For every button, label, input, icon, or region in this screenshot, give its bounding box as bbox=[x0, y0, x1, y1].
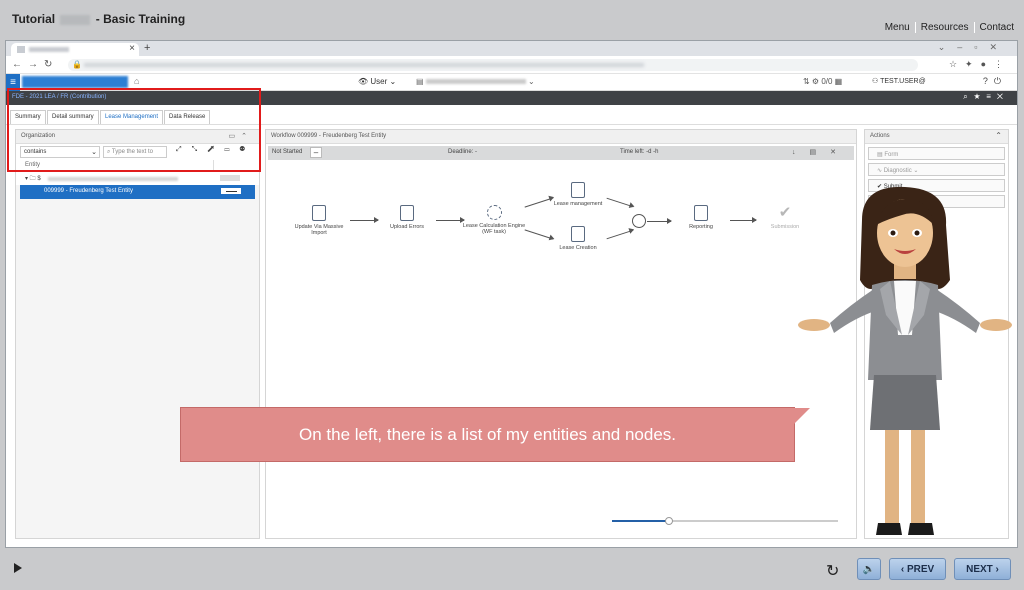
context-icons[interactable]: ⌕★≡✕ bbox=[963, 92, 1009, 102]
node-import[interactable]: Update Via Massive Import bbox=[287, 205, 351, 236]
status-label: Not Started bbox=[272, 149, 303, 155]
document-icon bbox=[571, 226, 585, 242]
selected-entity-label: 009999 - Freudenberg Test Entity bbox=[44, 188, 133, 194]
tree-root-row[interactable]: ▾ 🗀 $ bbox=[16, 172, 259, 185]
document-icon bbox=[694, 205, 708, 221]
root-status bbox=[220, 175, 240, 181]
contact-link[interactable]: Contact bbox=[980, 22, 1014, 33]
redacted-name bbox=[60, 14, 91, 25]
database-selector[interactable]: ▤ ⌄ bbox=[416, 77, 535, 86]
node-reporting[interactable]: Reporting bbox=[669, 205, 733, 230]
callout-text: On the left, there is a list of my entit… bbox=[298, 425, 677, 444]
document-icon bbox=[571, 182, 585, 198]
app-logo bbox=[22, 76, 128, 88]
diagnostic-button[interactable]: ∿ Diagnostic ⌄ bbox=[868, 163, 1005, 176]
tab-close-icon[interactable]: × bbox=[129, 43, 135, 54]
favicon-icon bbox=[17, 46, 25, 53]
node-lease-management[interactable]: Lease management bbox=[546, 182, 610, 207]
upload-icon bbox=[312, 205, 326, 221]
collapse-icon[interactable]: ⌃ bbox=[995, 131, 1002, 140]
actions-header: Actions ⌃ bbox=[865, 130, 1008, 144]
help-icons[interactable]: ?⏻ bbox=[983, 76, 1007, 87]
prev-button[interactable]: ‹ PREV bbox=[889, 558, 946, 580]
narration-callout: On the left, there is a list of my entit… bbox=[180, 407, 810, 462]
course-nav: Menu Resources Contact bbox=[885, 22, 1014, 33]
workflow-control-icons[interactable]: ↓▤✕ bbox=[792, 148, 850, 156]
course-title-suffix: - Basic Training bbox=[95, 12, 186, 26]
player-controls: ↻ 🔈 ‹ PREV NEXT › bbox=[0, 548, 1024, 590]
presenter-avatar bbox=[798, 186, 1012, 535]
tree-root-label: ▾ 🗀 $ bbox=[25, 176, 41, 182]
url-field[interactable]: 🔒 bbox=[68, 59, 918, 71]
speaker-icon: 🔈 bbox=[862, 563, 876, 575]
next-button[interactable]: NEXT › bbox=[954, 558, 1011, 580]
url-text bbox=[84, 63, 644, 67]
course-title-prefix: Tutorial bbox=[12, 12, 56, 26]
workflow-header: Workflow 009999 - Freudenberg Test Entit… bbox=[266, 130, 856, 144]
status-toggle-button[interactable]: – bbox=[310, 147, 322, 158]
document-icon bbox=[400, 205, 414, 221]
chevron-right-icon: › bbox=[992, 563, 999, 575]
new-tab-icon[interactable]: + bbox=[144, 42, 150, 54]
highlight-box bbox=[7, 88, 261, 172]
time-left-label: Time left: -d -h bbox=[620, 149, 659, 155]
tree-row-selected[interactable]: 009999 - Freudenberg Test Entity bbox=[20, 185, 255, 199]
tab-title bbox=[29, 47, 69, 52]
form-button[interactable]: ▤ Form bbox=[868, 147, 1005, 160]
menu-link[interactable]: Menu bbox=[885, 22, 910, 33]
window-controls[interactable]: ⌄–▫✕ bbox=[938, 42, 1009, 53]
deadline-label: Deadline: - bbox=[448, 149, 478, 155]
home-icon[interactable]: ⌂ bbox=[134, 76, 139, 86]
volume-button[interactable]: 🔈 bbox=[857, 558, 881, 580]
entity-status-button[interactable] bbox=[221, 188, 241, 194]
workflow-title: Workflow 009999 - Freudenberg Test Entit… bbox=[271, 133, 387, 139]
counter: 0/0 bbox=[821, 77, 833, 86]
user-name[interactable]: ⚇ TEST.USER@ bbox=[872, 77, 926, 85]
browser-nav-icons[interactable]: ←→↻ bbox=[12, 59, 58, 70]
arrow bbox=[606, 197, 634, 208]
actions-title: Actions bbox=[870, 133, 890, 139]
gear-icon bbox=[486, 205, 502, 220]
course-title: Tutorial - Basic Training bbox=[12, 12, 185, 26]
browser-tab[interactable]: × bbox=[11, 43, 139, 56]
tab-strip: × + ⌄–▫✕ bbox=[6, 41, 1017, 56]
toolbar-tools[interactable]: ⇅ ⚙ 0/0 ▦ bbox=[803, 77, 842, 86]
course-header: Tutorial - Basic Training Menu Resources C… bbox=[0, 0, 1024, 40]
arrow bbox=[606, 229, 634, 240]
user-label: User bbox=[370, 77, 388, 86]
node-calculation-engine[interactable]: Lease Calculation Engine (WF task) bbox=[462, 205, 526, 235]
arrow bbox=[647, 218, 672, 224]
progress-knob[interactable] bbox=[664, 517, 673, 525]
progress-fill bbox=[612, 520, 669, 522]
organization-panel: Organization ▭⌃ contains ⌄ ⌕ Type the te… bbox=[15, 129, 260, 539]
workflow-panel: Workflow 009999 - Freudenberg Test Entit… bbox=[265, 129, 857, 539]
play-icon[interactable] bbox=[14, 563, 22, 573]
address-bar: ←→↻ 🔒 ☆✦●⋮ bbox=[6, 56, 1017, 74]
resources-link[interactable]: Resources bbox=[921, 22, 969, 33]
node-lease-creation[interactable]: Lease Creation bbox=[546, 226, 610, 251]
arrow bbox=[350, 217, 379, 223]
replay-icon[interactable]: ↻ bbox=[826, 561, 839, 581]
browser-extension-icons[interactable]: ☆✦●⋮ bbox=[949, 59, 1011, 70]
arrow bbox=[436, 217, 465, 223]
join-gateway bbox=[632, 214, 646, 228]
workflow-status-bar: Not Started – Deadline: - Time left: -d … bbox=[268, 146, 854, 160]
node-upload-errors[interactable]: Upload Errors bbox=[375, 205, 439, 230]
user-selector[interactable]: 👁 User ⌄ bbox=[358, 77, 396, 86]
lock-icon: 🔒 bbox=[72, 60, 82, 69]
